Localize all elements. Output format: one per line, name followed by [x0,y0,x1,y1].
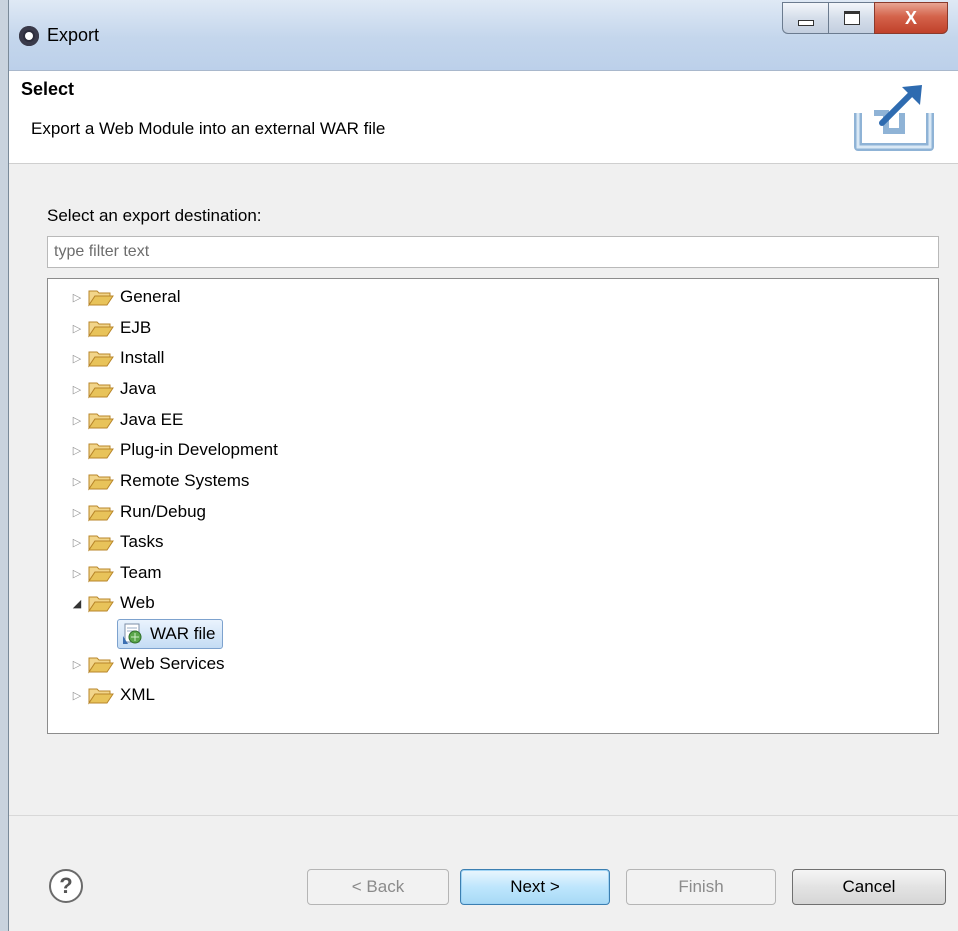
tree-item-label: WAR file [150,624,216,643]
folder-icon [88,382,114,399]
filter-input[interactable] [47,236,939,268]
collapse-arrow-icon[interactable]: ◢ [66,597,88,610]
tree-item-plug-in-development[interactable]: ▷ Plug-in Development [66,437,278,463]
folder-open-icon [88,596,114,613]
folder-icon [88,351,114,368]
finish-button-label: Finish [678,877,724,896]
expand-arrow-icon[interactable]: ▷ [66,475,88,488]
eclipse-icon [19,26,39,46]
tree-item-label: XML [120,685,155,704]
folder-icon [88,535,114,552]
folder-icon [88,474,114,491]
folder-icon [88,657,114,674]
tree-item-install[interactable]: ▷ Install [66,345,164,371]
destination-label: Select an export destination: [47,206,262,225]
tree-item-label: Run/Debug [120,502,207,521]
tree-item-label: Web Services [120,654,225,673]
tree-item-general[interactable]: ▷ General [66,284,180,310]
minimize-button[interactable] [782,2,828,34]
expand-arrow-icon[interactable]: ▷ [66,444,88,457]
maximize-icon [843,11,860,25]
expand-arrow-icon[interactable]: ▷ [66,291,88,304]
close-icon: X [904,7,917,28]
tree-item-label: Java [120,379,156,398]
back-button[interactable]: < Back [307,869,449,905]
tree-item-ejb[interactable]: ▷ EJB [66,315,151,341]
next-button[interactable]: Next > [460,869,610,905]
expand-arrow-icon[interactable]: ▷ [66,383,88,396]
tree-item-xml[interactable]: ▷ XML [66,682,155,708]
tree-item-team[interactable]: ▷ Team [66,560,162,586]
export-icon [854,85,934,151]
title-bar[interactable]: Export X [9,0,958,71]
next-button-label: Next > [510,877,560,896]
tree-item-label: Web [120,593,155,612]
tree-item-label: Remote Systems [120,471,250,490]
cancel-button[interactable]: Cancel [792,869,946,905]
expand-arrow-icon[interactable]: ▷ [66,506,88,519]
folder-icon [88,443,114,460]
tree-item-remote-systems[interactable]: ▷ Remote Systems [66,468,249,494]
tree-item-label: EJB [120,318,152,337]
tree-item-war-file[interactable]: WAR file [117,619,223,649]
folder-icon [88,321,114,338]
destination-tree[interactable]: ▷ General ▷ EJB ▷ Install ▷ Java ▷ Java … [47,278,939,734]
back-button-label: < Back [351,877,405,896]
tree-item-run-debug[interactable]: ▷ Run/Debug [66,499,206,525]
export-dialog: Export X Select Export a Web Module into… [8,0,958,931]
window-title: Export [47,25,100,45]
wizard-header: Select Export a Web Module into an exter… [9,71,958,164]
tree-item-label: General [120,287,181,306]
expand-arrow-icon[interactable]: ▷ [66,567,88,580]
finish-button[interactable]: Finish [626,869,776,905]
page-description: Export a Web Module into an external WAR… [31,119,386,138]
page-title: Select [21,79,75,99]
help-button[interactable]: ? [49,869,83,903]
tree-item-web[interactable]: ◢ Web [66,590,155,616]
folder-icon [88,290,114,307]
tree-item-label: Tasks [120,532,164,551]
tree-item-label: Install [120,348,165,367]
expand-arrow-icon[interactable]: ▷ [66,689,88,702]
war-file-icon [123,623,142,644]
close-button[interactable]: X [874,2,948,34]
expand-arrow-icon[interactable]: ▷ [66,322,88,335]
folder-icon [88,413,114,430]
tree-item-java[interactable]: ▷ Java [66,376,156,402]
maximize-button[interactable] [828,2,874,34]
tree-item-java-ee[interactable]: ▷ Java EE [66,407,183,433]
tree-item-web-services[interactable]: ▷ Web Services [66,651,225,677]
footer-divider [9,815,958,816]
cancel-button-label: Cancel [842,877,896,896]
expand-arrow-icon[interactable]: ▷ [66,658,88,671]
tree-item-label: Team [120,563,162,582]
tree-item-label: Java EE [120,410,184,429]
expand-arrow-icon[interactable]: ▷ [66,414,88,427]
tree-item-label: Plug-in Development [120,440,278,459]
expand-arrow-icon[interactable]: ▷ [66,352,88,365]
folder-icon [88,566,114,583]
folder-icon [88,505,114,522]
window-controls: X [782,2,948,36]
tree-item-tasks[interactable]: ▷ Tasks [66,529,163,555]
minimize-icon [797,20,814,26]
help-icon: ? [59,873,73,898]
expand-arrow-icon[interactable]: ▷ [66,536,88,549]
folder-icon [88,688,114,705]
